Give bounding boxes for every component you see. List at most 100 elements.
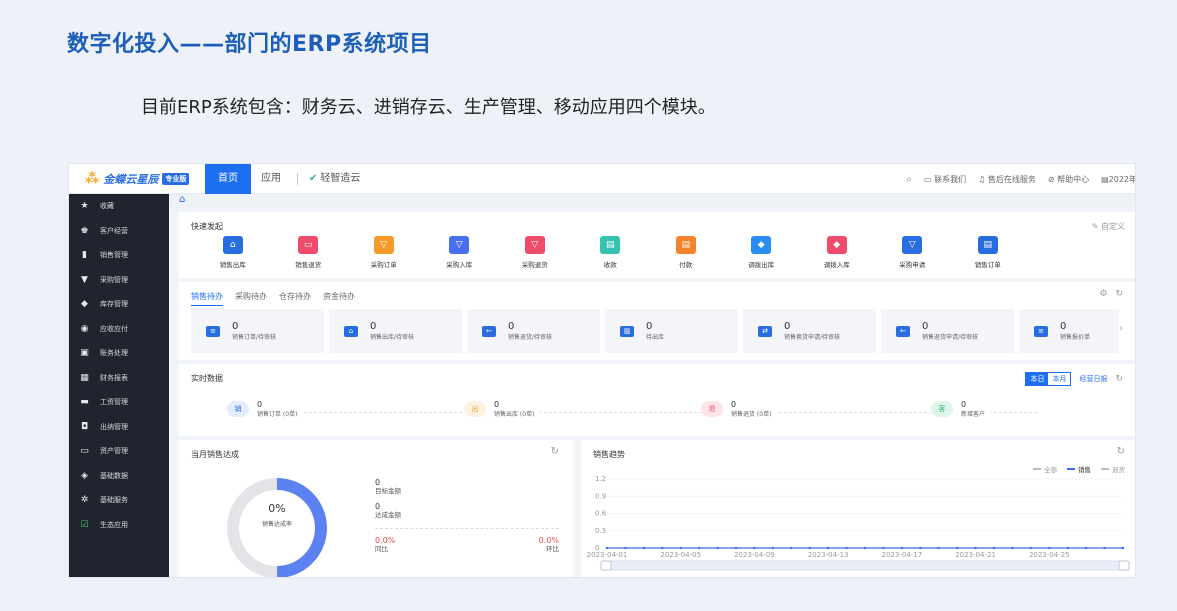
sidebar-item-cashier[interactable]: ◘ 出纳管理: [69, 415, 169, 440]
help-link[interactable]: ⊘ 帮助中心: [1048, 174, 1089, 185]
pending-item[interactable]: ≡ 0 销售报价单: [1019, 309, 1119, 353]
pending-item[interactable]: ≡ 0 销售订单/待审核: [191, 309, 324, 353]
period-month-button[interactable]: 本月: [1048, 373, 1070, 385]
sidebar-item-receivables[interactable]: ◉ 应收应付: [69, 317, 169, 342]
nav-apps-tab[interactable]: 应用: [261, 164, 281, 194]
realtime-item[interactable]: 退 0 销售退货 (0单): [701, 400, 778, 418]
customize-label: 自定义: [1101, 222, 1125, 231]
daily-report-link[interactable]: 经营日报: [1079, 374, 1107, 384]
realtime-item[interactable]: 出 0 销售出库 (0单): [464, 400, 541, 418]
y-tick-label: 0.9: [595, 492, 606, 500]
sales-point: [863, 546, 867, 550]
sidebar-item-label: 账务处理: [100, 349, 128, 358]
sidebar-item-payroll[interactable]: ▬ 工资管理: [69, 390, 169, 415]
contact-label: 联系我们: [934, 174, 967, 184]
pending-label: 待出库: [646, 333, 665, 341]
zoom-slider-left-handle: [600, 560, 612, 571]
sidebar-item-purchase[interactable]: ▼ 采购管理: [69, 268, 169, 293]
home-icon[interactable]: ⌂: [179, 194, 185, 205]
check-circle-icon: ☑: [80, 519, 89, 530]
box-icon: ◆: [81, 299, 88, 310]
quick-item[interactable]: ◆ 调拨入库: [799, 236, 875, 269]
sidebar-item-favorites[interactable]: ★ 收藏: [69, 194, 169, 219]
sales-point: [974, 546, 977, 550]
nav-divider: [297, 173, 298, 185]
nav-home-tab[interactable]: 首页: [205, 164, 251, 194]
quick-item[interactable]: ◆ 调拨出库: [724, 236, 800, 269]
sidebar-item-sales[interactable]: ▮ 销售管理: [69, 243, 169, 268]
app-logo[interactable]: ⁂ 金蝶云星辰 专业版: [85, 171, 190, 187]
quick-item[interactable]: ▽ 采购退货: [497, 236, 573, 269]
quick-item-label: 调拨入库: [823, 261, 850, 269]
quick-item[interactable]: ▽ 采购申请: [875, 236, 951, 269]
pending-item[interactable]: ← 0 销售退货/待审核: [467, 309, 600, 353]
realtime-item[interactable]: 客 0 新增客户: [931, 400, 992, 418]
sales-point: [790, 546, 793, 550]
sidebar-item-basedata[interactable]: ◈ 基础数据: [69, 464, 169, 489]
sidebar-item-reports[interactable]: ▦ 财务报表: [69, 366, 169, 391]
logo-icon: ⁂: [85, 171, 100, 187]
transfer-out-icon: ◆: [751, 236, 772, 254]
sidebar-item-label: 采购管理: [100, 275, 128, 284]
sidebar-item-services[interactable]: ✲ 基础服务: [69, 488, 169, 513]
sidebar-item-ecosystem[interactable]: ☑ 生态应用: [69, 513, 169, 538]
realtime-panel: 实时数据 本日 本月 经营日报 ↻ 销 0 销售订单 (0单) 出 0 销售出库 (0单…: [179, 364, 1135, 436]
sidebar-item-assets[interactable]: ▭ 资产管理: [69, 439, 169, 464]
target-amount: 0 目标金额: [375, 478, 401, 496]
yoy-stat: 0.0% 同比: [375, 536, 395, 554]
logo-text: 金蝶云星辰: [103, 173, 159, 186]
pending-count: 0: [784, 320, 791, 332]
payment-icon: ▤: [675, 236, 696, 254]
tab-funds-pending[interactable]: 资金待办: [323, 291, 355, 306]
refresh-icon[interactable]: ↻: [1115, 289, 1123, 299]
quick-item[interactable]: ▽ 采购订单: [346, 236, 422, 269]
sales-point: [697, 546, 701, 550]
pending-label: 销售报价单: [1060, 333, 1091, 341]
pending-item[interactable]: ▥ 0 待出库: [605, 309, 738, 353]
mom-stat: 0.0% 环比: [539, 536, 559, 554]
pending-item[interactable]: ← 0 销售退货申请/待审核: [881, 309, 1014, 353]
x-tick-label: 2023-04-01: [587, 551, 628, 559]
contact-link[interactable]: ▭ 联系我们: [924, 174, 966, 185]
quick-item[interactable]: ▤ 付款: [648, 236, 724, 269]
gear-icon: ✲: [80, 495, 89, 506]
quick-item-label: 销售出库: [219, 261, 246, 269]
pending-count: 0: [508, 320, 515, 332]
sidebar-item-label: 工资管理: [100, 398, 128, 407]
sidebar-item-label: 资产管理: [100, 447, 128, 456]
pending-item[interactable]: ⌂ 0 销售出库/待审核: [329, 309, 462, 353]
sidebar-item-label: 基础数据: [100, 471, 128, 480]
quick-start-panel: 快速发起 ✎ 自定义 ⌂ 销售出库 ▭ 销售退货 ▽ 采购订单 ▽ 采购入库 ▽ 采购退货…: [179, 212, 1135, 278]
quick-item-label: 收款: [603, 261, 617, 269]
quick-item[interactable]: ▤ 收款: [573, 236, 649, 269]
quick-item[interactable]: ▽ 采购入库: [422, 236, 498, 269]
period-today-button[interactable]: 本日: [1026, 373, 1049, 385]
pending-label: 销售退货申请/待审核: [922, 333, 979, 341]
refresh-icon[interactable]: ↻: [551, 446, 559, 457]
customize-button[interactable]: ✎ 自定义: [1092, 221, 1125, 232]
sidebar-item-inventory[interactable]: ◆ 库存管理: [69, 292, 169, 317]
sales-point: [1066, 546, 1069, 550]
nav-cloud-tab[interactable]: ✔ 轻智造云: [309, 164, 360, 194]
sales-point: [1029, 546, 1033, 550]
refresh-icon[interactable]: ↻: [1117, 446, 1125, 457]
period-toggle: 本日 本月: [1025, 372, 1072, 386]
support-link[interactable]: ♫ 售后在线服务: [978, 174, 1036, 185]
search-icon[interactable]: ⌕: [906, 174, 912, 185]
quick-item[interactable]: ⌂ 销售出库: [195, 236, 271, 269]
asset-icon: ▭: [80, 446, 89, 457]
sidebar-item-accounting[interactable]: ▣ 账务处理: [69, 341, 169, 366]
sidebar-item-customers[interactable]: ♚ 客户经营: [69, 219, 169, 244]
settings-icon[interactable]: ⚙: [1099, 289, 1107, 299]
chevron-right-icon[interactable]: ›: [1119, 324, 1123, 334]
tab-sales-pending[interactable]: 销售待办: [191, 291, 223, 306]
quick-item[interactable]: ▭ 销售退货: [271, 236, 347, 269]
tab-warehouse-pending[interactable]: 仓存待办: [279, 291, 311, 306]
quick-item[interactable]: ▤ 销售订单: [950, 236, 1026, 269]
refresh-icon[interactable]: ↻: [1115, 374, 1123, 384]
realtime-item[interactable]: 销 0 销售订单 (0单): [227, 400, 304, 418]
sales-point: [624, 546, 627, 550]
sales-trend-panel: 销售趋势 ↻ 全部 销售 退货 0 0.3 0.6 0.9 1.2 2023-04-01 2…: [581, 440, 1135, 577]
pending-item[interactable]: ⇄ 0 销售换货申请/待审核: [743, 309, 876, 353]
tab-purchase-pending[interactable]: 采购待办: [235, 291, 267, 306]
